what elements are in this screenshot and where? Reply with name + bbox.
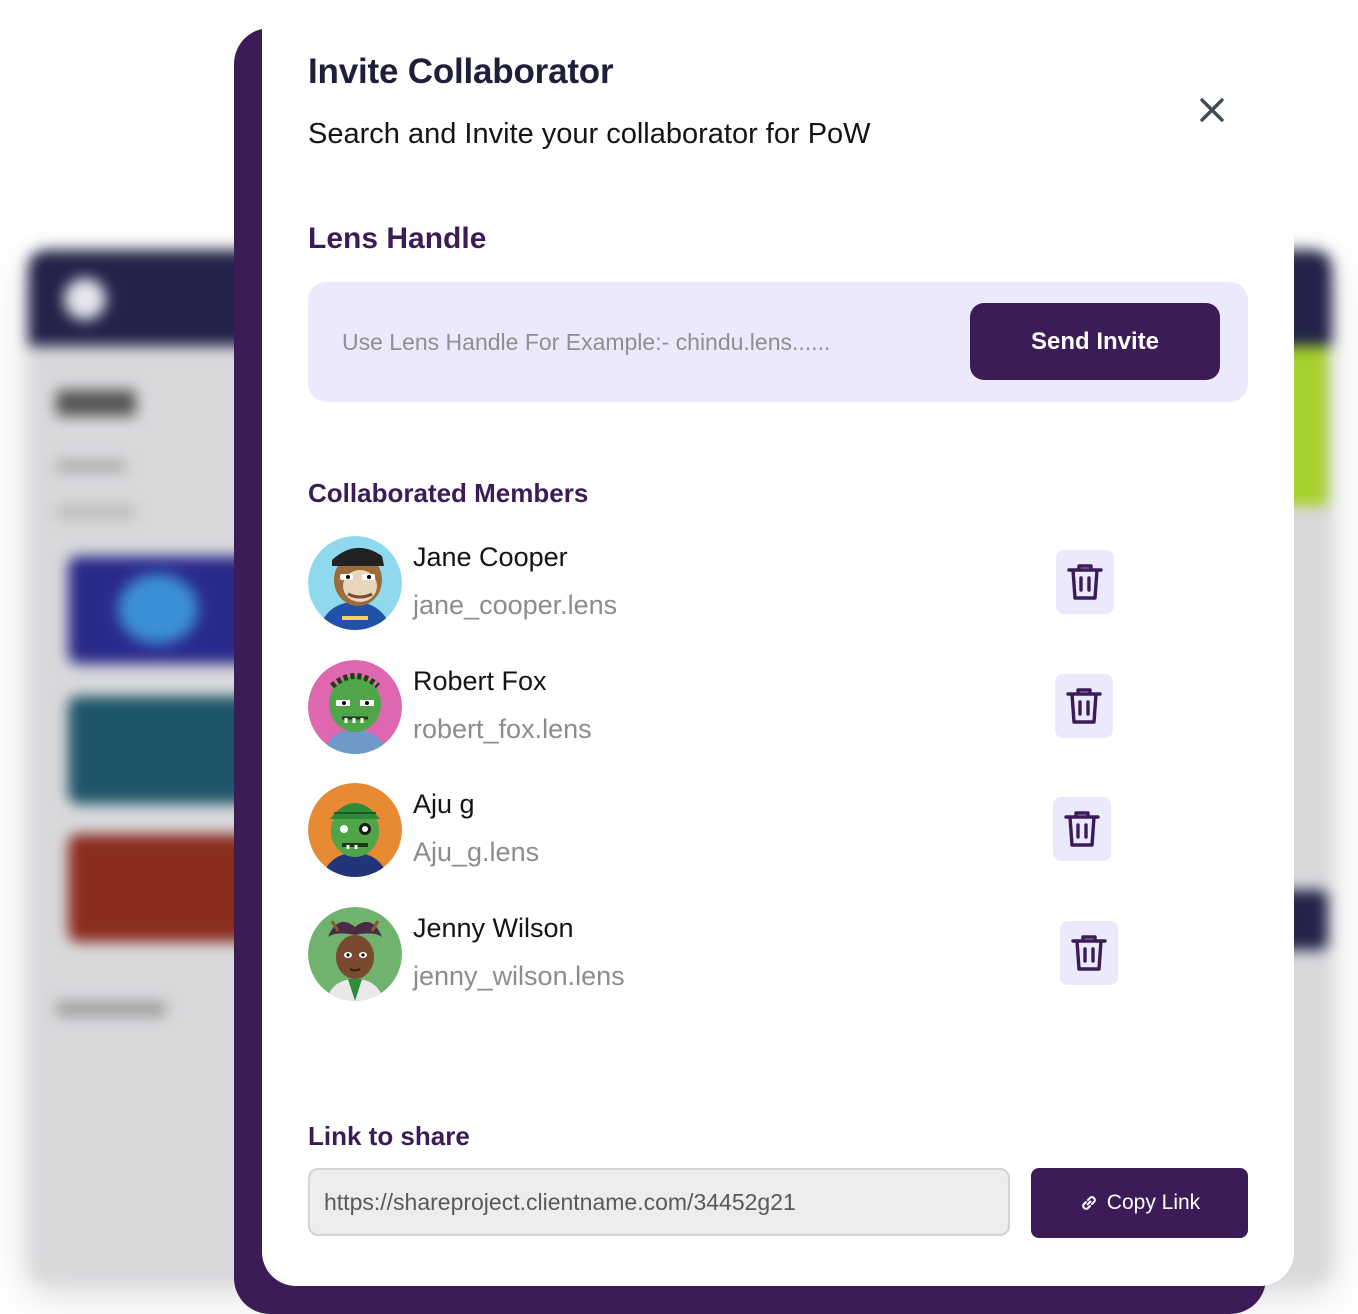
member-handle: robert_fox.lens [413,714,592,744]
avatar [308,536,402,630]
member-name: Robert Fox [413,666,547,696]
background-heading [56,390,136,416]
background-text [56,460,126,472]
member-name: Jenny Wilson [413,913,574,943]
link-icon [1082,1196,1096,1210]
trash-icon [1067,564,1103,600]
member-handle: jenny_wilson.lens [413,961,625,991]
member-row: Robert Fox robert_fox.lens [308,660,1128,756]
trash-icon [1064,811,1100,847]
delete-member-button[interactable] [1053,797,1111,861]
avatar [308,783,402,877]
trash-icon [1066,688,1102,724]
lens-handle-heading: Lens Handle [308,222,487,255]
background-logo [64,278,106,320]
send-invite-button[interactable]: Send Invite [970,303,1220,380]
invite-collaborator-modal: Invite Collaborator Search and Invite yo… [262,0,1294,1286]
link-to-share-heading: Link to share [308,1121,470,1151]
member-handle: jane_cooper.lens [413,590,618,620]
delete-member-button[interactable] [1056,550,1114,614]
background-text [56,506,136,518]
avatar [308,907,402,1001]
copy-link-label: Copy Link [1106,1191,1201,1214]
share-link-field[interactable] [308,1168,1010,1236]
collaborated-members-heading: Collaborated Members [308,478,589,508]
copy-link-button[interactable]: Copy Link [1031,1168,1248,1238]
modal-title: Invite Collaborator [308,52,614,91]
background-text [56,1002,166,1016]
member-name: Aju g [413,789,475,819]
delete-member-button[interactable] [1055,674,1113,738]
modal-subtitle: Search and Invite your collaborator for … [308,118,871,150]
invite-box: Send Invite [308,282,1248,402]
lens-handle-input[interactable] [324,304,980,380]
delete-member-button[interactable] [1060,921,1118,985]
close-button[interactable] [1192,90,1232,130]
trash-icon [1071,935,1107,971]
member-row: Aju g Aju_g.lens [308,783,1128,879]
member-handle: Aju_g.lens [413,837,540,867]
member-row: Jane Cooper jane_cooper.lens [308,536,1128,632]
avatar [308,660,402,754]
member-name: Jane Cooper [413,542,568,572]
close-icon [1200,98,1224,122]
member-row: Jenny Wilson jenny_wilson.lens [308,907,1128,1003]
